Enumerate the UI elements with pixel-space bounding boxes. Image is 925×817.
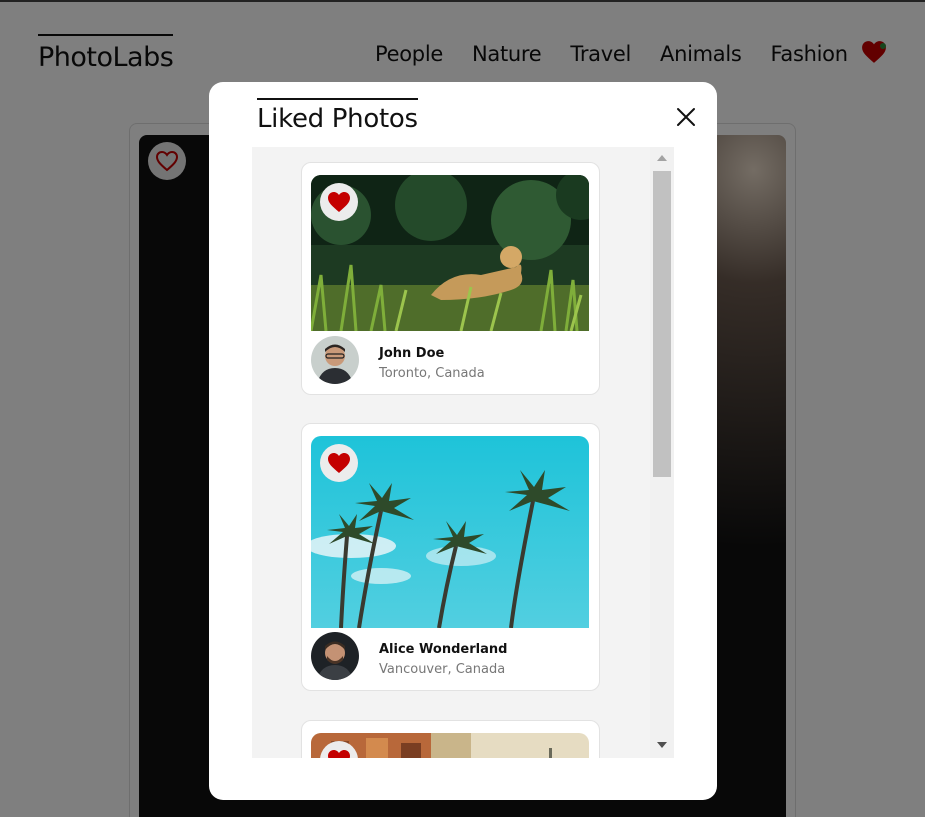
list-scrollbar[interactable] <box>650 147 674 758</box>
fav-button[interactable] <box>320 183 358 221</box>
liked-photo-list[interactable]: John Doe Toronto, Canada Alice Wonderlan… <box>252 147 674 758</box>
heart-icon <box>328 750 350 758</box>
scrollbar-thumb[interactable] <box>653 171 671 477</box>
scroll-down-arrow-icon[interactable] <box>657 742 667 748</box>
fav-button[interactable] <box>320 444 358 482</box>
photo-card[interactable]: Alice Wonderland Vancouver, Canada <box>301 423 600 691</box>
scroll-up-arrow-icon[interactable] <box>657 155 667 161</box>
photo-location: Vancouver, Canada <box>379 662 506 677</box>
photo-username: John Doe <box>379 346 445 361</box>
close-icon[interactable] <box>675 106 697 128</box>
photo-street[interactable] <box>311 733 589 758</box>
avatar-image <box>311 336 359 384</box>
avatar-image <box>311 632 359 680</box>
photo-username: Alice Wonderland <box>379 642 508 657</box>
photo-location: Toronto, Canada <box>379 366 485 381</box>
modal-title: Liked Photos <box>257 98 418 134</box>
heart-icon <box>328 192 350 212</box>
photo-card[interactable]: John Doe Toronto, Canada <box>301 162 600 395</box>
avatar <box>311 632 359 680</box>
photo-jaguar[interactable] <box>311 175 589 331</box>
liked-photos-modal: Liked Photos John Doe Toronto, Canada Al… <box>209 82 717 800</box>
photo-palms[interactable] <box>311 436 589 628</box>
photo-card[interactable] <box>301 720 600 758</box>
heart-icon <box>328 453 350 473</box>
avatar <box>311 336 359 384</box>
